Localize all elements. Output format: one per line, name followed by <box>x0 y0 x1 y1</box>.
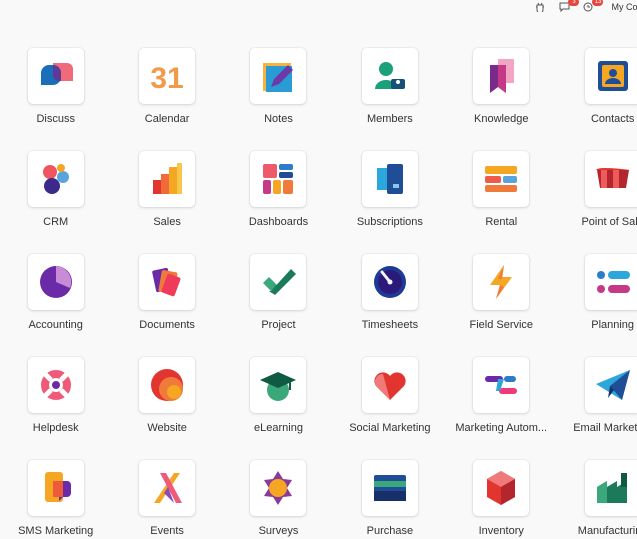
app-email-marketing[interactable]: Email Marketing <box>557 357 637 460</box>
field-service-icon <box>480 261 522 303</box>
app-dashboards[interactable]: Dashboards <box>223 151 334 254</box>
app-purchase[interactable]: Purchase <box>334 460 445 539</box>
purchase-icon <box>369 467 411 509</box>
timesheets-icon <box>369 261 411 303</box>
email-marketing-icon <box>592 364 634 406</box>
app-manufacturing[interactable]: Manufacturing <box>557 460 637 539</box>
app-point-of-sale[interactable]: Point of Sale <box>557 151 637 254</box>
social-marketing-icon <box>369 364 411 406</box>
website-icon <box>146 364 188 406</box>
notes-icon <box>257 55 299 97</box>
top-bar: 3 13 My Compa <box>533 0 637 14</box>
subscriptions-icon <box>369 158 411 200</box>
app-members[interactable]: Members <box>334 48 445 151</box>
manufacturing-icon <box>592 467 634 509</box>
sales-icon <box>146 158 188 200</box>
svg-text:31: 31 <box>150 62 183 95</box>
app-planning[interactable]: Planning <box>557 254 637 357</box>
marketing-automation-icon <box>480 364 522 406</box>
chat-badge: 3 <box>568 0 580 6</box>
app-contacts[interactable]: Contacts <box>557 48 637 151</box>
app-sms-marketing[interactable]: SMS Marketing <box>0 460 111 539</box>
app-rental[interactable]: Rental <box>446 151 557 254</box>
app-helpdesk[interactable]: Helpdesk <box>0 357 111 460</box>
chat-icon[interactable]: 3 <box>557 0 580 13</box>
discuss-icon <box>35 55 77 97</box>
contacts-icon <box>592 55 634 97</box>
app-subscriptions[interactable]: Subscriptions <box>334 151 445 254</box>
helpdesk-icon <box>35 364 77 406</box>
app-project[interactable]: Project <box>223 254 334 357</box>
point-of-sale-icon <box>592 158 634 200</box>
apps-grid: Discuss 31 Calendar Notes Members Knowle… <box>0 48 637 539</box>
inventory-icon <box>480 467 522 509</box>
knowledge-icon <box>480 55 522 97</box>
app-launcher: 3 13 My Compa Discuss 31 Calendar Notes <box>0 0 637 539</box>
activity-badge: 13 <box>592 0 604 6</box>
app-events[interactable]: Events <box>111 460 222 539</box>
activity-clock-icon[interactable]: 13 <box>581 0 604 13</box>
company-switcher[interactable]: My Compa <box>611 2 637 12</box>
app-accounting[interactable]: Accounting <box>0 254 111 357</box>
planning-icon <box>592 261 634 303</box>
documents-icon <box>146 261 188 303</box>
app-documents[interactable]: Documents <box>111 254 222 357</box>
app-social-marketing[interactable]: Social Marketing <box>334 357 445 460</box>
dashboards-icon <box>257 158 299 200</box>
app-timesheets[interactable]: Timesheets <box>334 254 445 357</box>
app-sales[interactable]: Sales <box>111 151 222 254</box>
events-icon <box>146 467 188 509</box>
app-calendar[interactable]: 31 Calendar <box>111 48 222 151</box>
app-crm[interactable]: CRM <box>0 151 111 254</box>
accounting-icon <box>35 261 77 303</box>
surveys-icon <box>257 467 299 509</box>
app-surveys[interactable]: Surveys <box>223 460 334 539</box>
rental-icon <box>480 158 522 200</box>
members-icon <box>369 55 411 97</box>
app-website[interactable]: Website <box>111 357 222 460</box>
app-inventory[interactable]: Inventory <box>446 460 557 539</box>
sms-marketing-icon <box>35 467 77 509</box>
app-elearning[interactable]: eLearning <box>223 357 334 460</box>
app-discuss[interactable]: Discuss <box>0 48 111 151</box>
crm-icon <box>35 158 77 200</box>
app-field-service[interactable]: Field Service <box>446 254 557 357</box>
debug-bug-icon[interactable] <box>533 1 547 13</box>
app-knowledge[interactable]: Knowledge <box>446 48 557 151</box>
app-marketing-automation[interactable]: Marketing Autom... <box>446 357 557 460</box>
project-icon <box>257 261 299 303</box>
elearning-icon <box>257 364 299 406</box>
app-notes[interactable]: Notes <box>223 48 334 151</box>
calendar-icon: 31 <box>146 55 188 97</box>
